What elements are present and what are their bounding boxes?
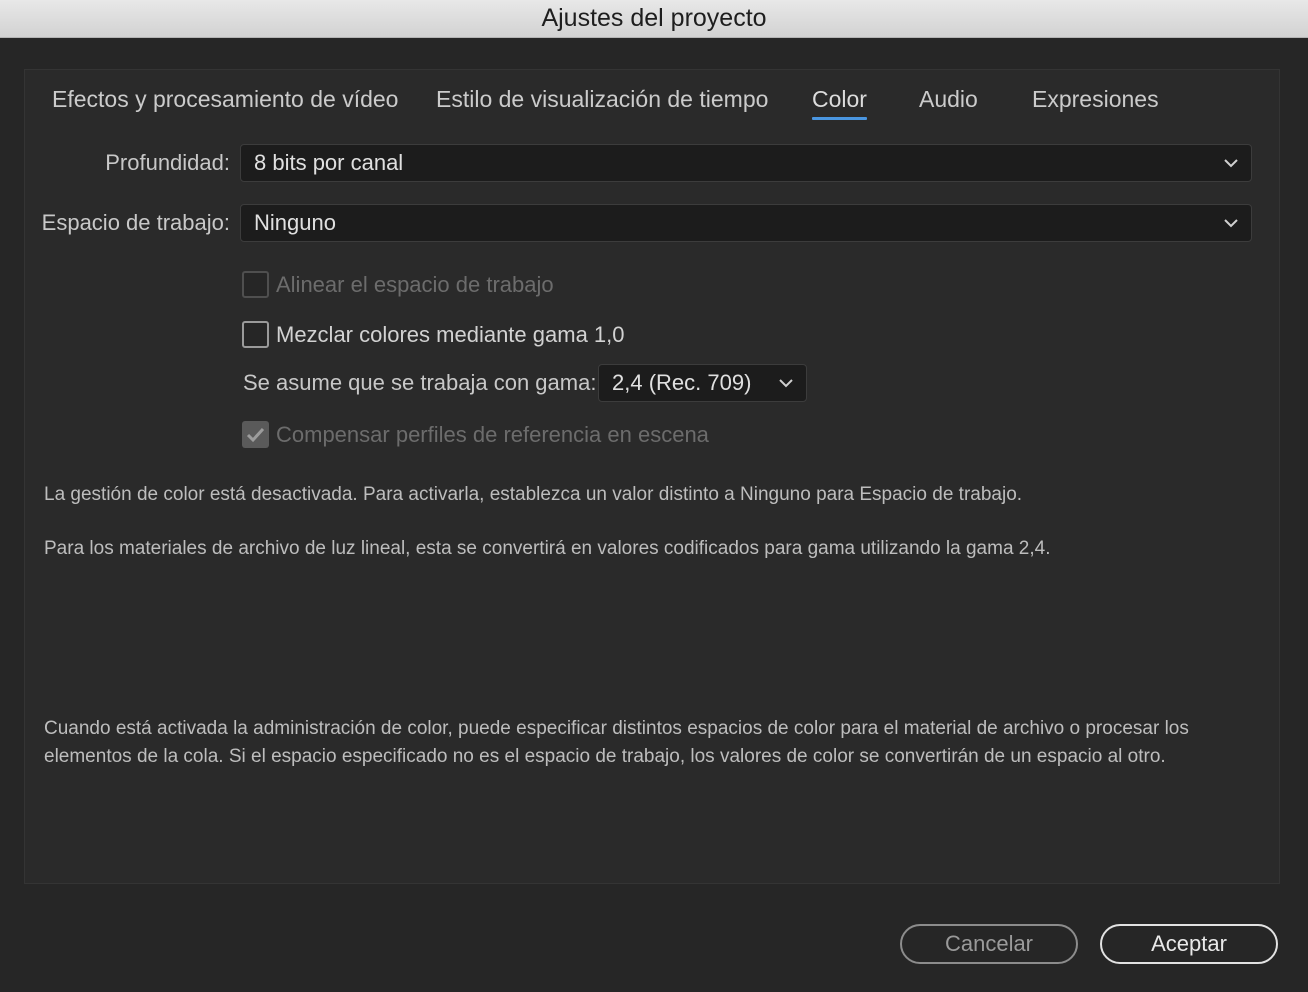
cancel-button[interactable]: Cancelar xyxy=(900,924,1078,964)
tab-label: Expresiones xyxy=(1032,86,1159,112)
chevron-down-icon xyxy=(1224,159,1238,168)
depth-value: 8 bits por canal xyxy=(254,150,404,175)
tab-time-display[interactable]: Estilo de visualización de tiempo xyxy=(436,84,768,114)
workspace-label: Espacio de trabajo: xyxy=(41,210,230,235)
active-tab-indicator xyxy=(812,117,867,120)
tab-color[interactable]: Color xyxy=(812,84,867,120)
workspace-value: Ninguno xyxy=(254,210,336,235)
window-title: Ajustes del proyecto xyxy=(0,0,1308,38)
assumed-gamma-select[interactable]: 2,4 (Rec. 709) xyxy=(598,364,807,402)
depth-label: Profundidad: xyxy=(105,150,230,175)
workspace-select[interactable]: Ninguno xyxy=(240,204,1252,242)
compensate-profiles-label: Compensar perfiles de referencia en esce… xyxy=(276,422,709,447)
tab-label: Audio xyxy=(919,86,978,112)
depth-select[interactable]: 8 bits por canal xyxy=(240,144,1252,182)
ok-button[interactable]: Aceptar xyxy=(1100,924,1278,964)
tab-video-effects[interactable]: Efectos y procesamiento de vídeo xyxy=(52,84,398,114)
blend-gamma-checkbox[interactable] xyxy=(242,321,269,348)
align-workspace-checkbox[interactable] xyxy=(242,271,269,298)
tab-label: Efectos y procesamiento de vídeo xyxy=(52,86,399,112)
tab-label: Color xyxy=(812,86,867,112)
check-icon xyxy=(246,427,265,443)
color-management-help-text: Cuando está activada la administración d… xyxy=(44,718,1189,767)
linear-light-info-text: Para los materiales de archivo de luz li… xyxy=(44,538,1051,559)
project-settings-window: Ajustes del proyecto Efectos y procesami… xyxy=(0,0,1308,992)
assumed-gamma-value: 2,4 (Rec. 709) xyxy=(612,370,752,395)
tab-label: Estilo de visualización de tiempo xyxy=(436,86,769,112)
chevron-down-icon xyxy=(1224,219,1238,228)
chevron-down-icon xyxy=(779,379,793,388)
compensate-profiles-checkbox[interactable] xyxy=(242,421,269,448)
align-workspace-label: Alinear el espacio de trabajo xyxy=(276,272,554,297)
color-management-status-text: La gestión de color está desactivada. Pa… xyxy=(44,484,1023,505)
tab-audio[interactable]: Audio xyxy=(919,84,978,114)
assumed-gamma-label: Se asume que se trabaja con gama: xyxy=(243,370,597,395)
tab-expressions[interactable]: Expresiones xyxy=(1032,84,1159,114)
blend-gamma-label: Mezclar colores mediante gama 1,0 xyxy=(276,322,625,347)
